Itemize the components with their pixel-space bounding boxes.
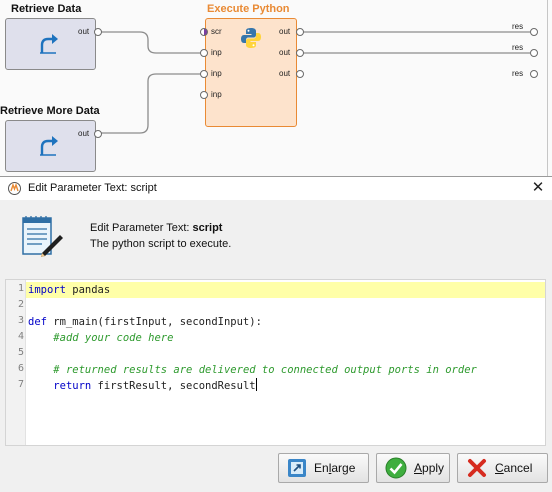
- port-label-inp: inp: [211, 69, 222, 78]
- header-description: The python script to execute.: [90, 238, 232, 250]
- apply-button[interactable]: Apply: [376, 453, 450, 483]
- port-label-out: out: [279, 48, 291, 57]
- comment-token: #add your code here: [53, 332, 174, 344]
- retrieve-arrow-icon: [40, 34, 58, 54]
- comment-token: # returned results are delivered to conn…: [53, 364, 477, 376]
- result-port-label: res: [512, 69, 524, 78]
- line-number: 2: [17, 299, 24, 310]
- process-canvas[interactable]: Retrieve Data out Retrieve More Data out…: [0, 0, 552, 176]
- result-port[interactable]: [530, 70, 538, 78]
- code-token: firstResult, secondResult: [91, 380, 256, 392]
- operator-retrieve-data[interactable]: [5, 18, 96, 70]
- keyword-token: import: [28, 284, 66, 296]
- operator-retrieve-more-data[interactable]: [5, 120, 96, 172]
- port-label-out: out: [78, 129, 90, 138]
- code-line[interactable]: return firstResult, secondResult: [28, 378, 257, 394]
- line-number: 1: [17, 283, 24, 294]
- output-port[interactable]: [296, 70, 304, 78]
- enlarge-icon: [288, 459, 306, 477]
- cross-icon: [468, 459, 486, 477]
- checkmark-icon: [385, 457, 407, 479]
- result-port-label: res: [512, 22, 524, 31]
- output-port[interactable]: [94, 28, 102, 36]
- notepad-pencil-icon: [22, 216, 63, 257]
- input-port-scr[interactable]: [200, 28, 208, 36]
- enlarge-button[interactable]: Enlarge: [278, 453, 369, 483]
- line-number: 3: [17, 315, 24, 326]
- line-number: 4: [17, 331, 24, 342]
- input-port-inp[interactable]: [200, 70, 208, 78]
- operator-title-retrieve-more-data: Retrieve More Data: [0, 105, 100, 117]
- enlarge-label: Enlarge: [314, 461, 356, 475]
- header-param-name: script: [192, 222, 223, 234]
- code-line[interactable]: # returned results are delivered to conn…: [28, 362, 477, 378]
- cancel-button[interactable]: Cancel: [457, 453, 548, 483]
- python-logo-icon: [241, 28, 261, 48]
- input-port-inp[interactable]: [200, 91, 208, 99]
- retrieve-arrow-icon: [40, 136, 58, 156]
- code-token: pandas: [65, 284, 111, 296]
- line-number: 5: [17, 347, 24, 358]
- operator-title-execute-python: Execute Python: [207, 3, 290, 15]
- code-line[interactable]: import pandas: [28, 282, 110, 298]
- port-label-inp: inp: [211, 48, 222, 57]
- script-editor[interactable]: 1 2 3 4 5 6 7 import pandas def rm_main(firstIn…: [5, 279, 546, 446]
- apply-label: Apply: [414, 461, 445, 475]
- port-label-out: out: [279, 27, 291, 36]
- line-number-gutter: 1 2 3 4 5 6 7: [6, 280, 26, 445]
- keyword-token: def: [28, 316, 47, 328]
- port-label-inp: inp: [211, 90, 222, 99]
- output-port[interactable]: [296, 49, 304, 57]
- port-label-scr: scr: [211, 27, 222, 36]
- header-title: Edit Parameter Text: script: [90, 222, 223, 234]
- line-number: 7: [17, 379, 24, 390]
- output-port[interactable]: [94, 130, 102, 138]
- code-line[interactable]: #add your code here: [28, 330, 173, 346]
- text-caret: [255, 378, 257, 391]
- connection-retrieve-more-to-inp2: [101, 73, 202, 134]
- code-token: rm_main(firstInput, secondInput):: [46, 316, 262, 328]
- line-number: 6: [17, 363, 24, 374]
- result-port[interactable]: [530, 28, 538, 36]
- rapidminer-logo-icon: [8, 182, 21, 195]
- input-port-inp[interactable]: [200, 49, 208, 57]
- dialog-title: Edit Parameter Text: script: [28, 182, 157, 194]
- result-port-label: res: [512, 43, 524, 52]
- dialog-titlebar[interactable]: Edit Parameter Text: script ✕: [0, 177, 552, 200]
- cancel-label: Cancel: [495, 461, 533, 475]
- output-port[interactable]: [296, 28, 304, 36]
- edit-parameter-dialog: Edit Parameter Text: script ✕ Edit Param…: [0, 176, 552, 492]
- connection-retrieve-to-inp1: [101, 31, 202, 54]
- result-port[interactable]: [530, 49, 538, 57]
- keyword-token: return: [53, 380, 92, 392]
- close-button[interactable]: ✕: [527, 178, 549, 198]
- code-line[interactable]: def rm_main(firstInput, secondInput):: [28, 314, 262, 330]
- port-label-out: out: [279, 69, 291, 78]
- port-label-out: out: [78, 27, 90, 36]
- operator-title-retrieve-data: Retrieve Data: [11, 3, 82, 15]
